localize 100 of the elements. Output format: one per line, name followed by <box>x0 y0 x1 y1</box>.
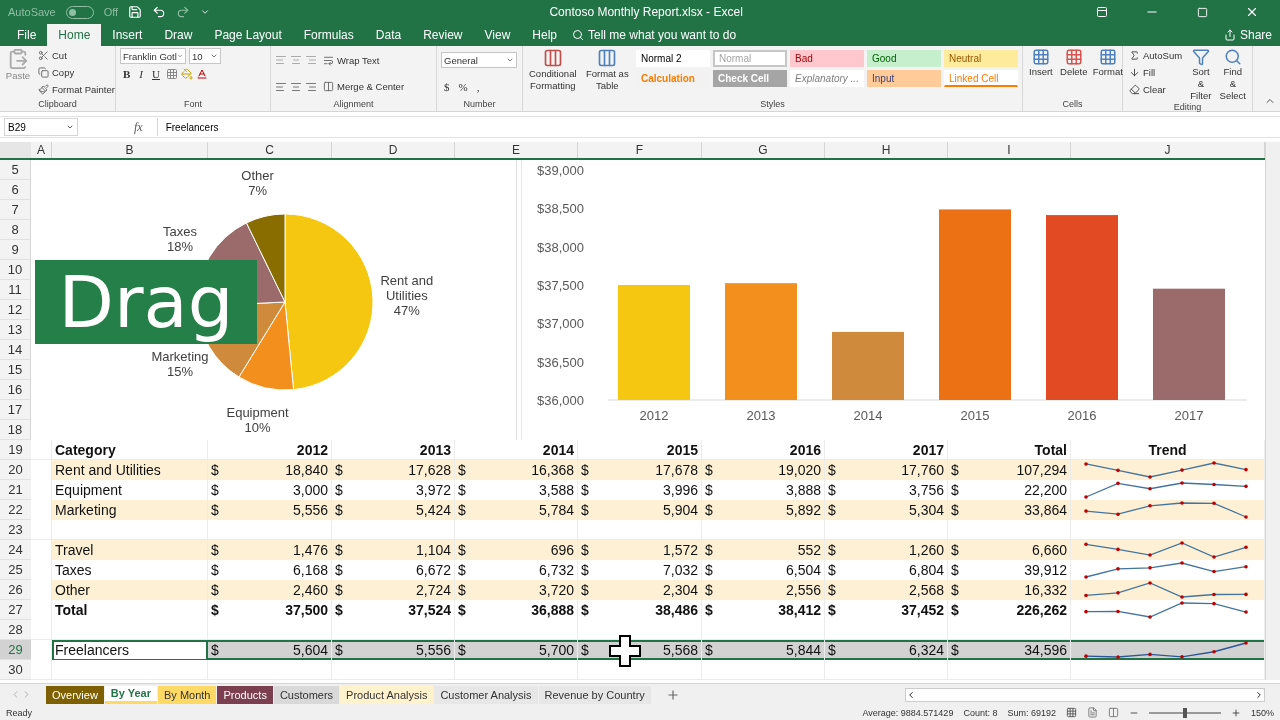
amount-value: 5,700 <box>538 642 574 658</box>
number-format-button[interactable]: , <box>473 78 483 95</box>
copy-icon <box>38 67 49 78</box>
sheet-tab[interactable]: Customers <box>273 685 340 704</box>
menu-tab[interactable]: Data <box>364 24 413 46</box>
column-header[interactable]: G <box>702 142 825 158</box>
menu-tab[interactable]: Page Layout <box>203 24 293 46</box>
column-heading: 2016 <box>702 440 825 460</box>
amount-value: 38,412 <box>778 602 821 618</box>
amount-value: 5,784 <box>538 502 574 518</box>
column-header[interactable]: F <box>578 142 702 158</box>
row-number: 20 <box>0 460 31 480</box>
ribbon-item[interactable]: AutoSum <box>1127 48 1185 63</box>
align-bottom-icon <box>305 54 317 67</box>
amount-value: 5,568 <box>662 642 698 658</box>
menu-tab[interactable]: Home <box>47 24 102 46</box>
caption-overlay: Drag <box>35 260 257 344</box>
column-header[interactable]: E <box>455 142 578 158</box>
number-format-button[interactable]: $ <box>441 78 453 95</box>
ribbon-item[interactable]: Fill <box>1127 65 1185 80</box>
ribbon-item[interactable]: Copy <box>36 65 117 80</box>
ribbon-item[interactable]: Clear <box>1127 82 1185 97</box>
cell-style[interactable]: Explanatory ... <box>790 70 864 87</box>
table-cell: Taxes <box>52 560 208 581</box>
amount-value: 2,460 <box>292 582 328 598</box>
column-header[interactable]: A <box>31 142 52 158</box>
menu-tab[interactable]: File <box>6 24 48 46</box>
maximize-icon <box>1196 6 1208 18</box>
bar <box>832 331 904 400</box>
sheet-tab[interactable]: Customer Analysis <box>434 685 538 704</box>
ribbon-button[interactable]: Delete <box>1058 48 1089 99</box>
cell-style[interactable]: Bad <box>790 50 864 67</box>
font-color-icon <box>195 68 208 80</box>
column-heading: 2015 <box>578 440 702 460</box>
sheet-tab[interactable]: By Year <box>104 685 157 704</box>
sheet-tab[interactable]: Revenue by Country <box>538 685 651 704</box>
ribbon-button[interactable]: Find & Select <box>1217 48 1248 102</box>
ribbon-button[interactable]: Sort & Filter <box>1188 48 1214 102</box>
menu-tab[interactable]: Help <box>521 24 568 46</box>
sheet-tab[interactable]: By Month <box>158 685 217 704</box>
bold-button[interactable]: B <box>120 66 134 82</box>
column-header[interactable]: C <box>208 142 332 158</box>
tell-me-field[interactable]: Tell me what you want to do <box>572 24 737 46</box>
cell-style[interactable]: Input <box>867 70 941 87</box>
column-header[interactable]: D <box>332 142 455 158</box>
share-button[interactable]: Share <box>1215 24 1280 46</box>
sheet-tab[interactable]: Product Analysis <box>340 685 434 704</box>
amount-value: 6,324 <box>908 642 944 658</box>
column-header[interactable]: H <box>825 142 948 158</box>
amount-value: 38,486 <box>655 602 698 618</box>
amount-value: 107,294 <box>1016 462 1067 478</box>
menu-tab[interactable]: Review <box>412 24 474 46</box>
filter-icon <box>1191 48 1210 66</box>
currency-symbol: $ <box>335 542 343 558</box>
italic-button[interactable]: I <box>136 66 146 82</box>
active-cell[interactable]: Freelancers <box>52 640 208 661</box>
ribbon-item[interactable]: Merge & Center <box>321 79 407 95</box>
group-label: Cells <box>1061 99 1084 111</box>
sheet-tab[interactable]: Products <box>217 685 273 704</box>
function-button[interactable]: fx <box>134 119 143 135</box>
number-format-field[interactable]: General <box>441 52 517 69</box>
menu-tab[interactable]: Draw <box>153 24 204 46</box>
column-header[interactable]: B <box>52 142 208 158</box>
currency-symbol: $ <box>458 542 466 558</box>
table-cell: Marketing <box>52 500 208 521</box>
font-size-field[interactable]: 10 <box>189 48 221 64</box>
name-box[interactable]: B29 <box>4 118 78 136</box>
font-name-field[interactable]: Franklin Gotl <box>120 48 186 64</box>
menu-tab[interactable]: View <box>473 24 522 46</box>
ribbon-button[interactable]: Insert <box>1027 48 1055 99</box>
amount-value: 37,500 <box>285 602 328 618</box>
ribbon-item[interactable]: Cut <box>36 48 117 63</box>
dropdown-icon <box>210 52 218 60</box>
menu-tab[interactable]: Formulas <box>292 24 365 46</box>
cell-style[interactable]: Neutral <box>944 50 1018 67</box>
ribbon-item[interactable]: Wrap Text <box>321 52 407 68</box>
amount-value: 2,556 <box>785 582 821 598</box>
zoom-slider-thumb[interactable] <box>1182 707 1187 718</box>
ribbon-item[interactable]: Format Painter <box>36 82 117 97</box>
amount-value: 39,912 <box>1024 562 1067 578</box>
currency-symbol: $ <box>581 482 589 498</box>
ribbon-button[interactable]: Format as Table <box>582 48 632 99</box>
currency-symbol: $ <box>705 542 713 558</box>
horizontal-scrollbar[interactable] <box>905 687 1265 702</box>
amount-value: 5,844 <box>785 642 821 658</box>
vertical-scrollbar[interactable] <box>1265 142 1280 680</box>
ribbon-button[interactable]: Format <box>1092 48 1123 99</box>
sheet-tab[interactable]: Overview <box>46 685 104 704</box>
cell-style[interactable]: Normal 2 <box>636 50 710 67</box>
underline-button[interactable]: U <box>149 66 163 82</box>
currency-symbol: $ <box>211 642 219 658</box>
menu-tab[interactable]: Insert <box>101 24 154 46</box>
number-format-button[interactable]: % <box>455 78 471 95</box>
currency-symbol: $ <box>828 562 836 578</box>
column-header[interactable]: I <box>948 142 1071 158</box>
cell-style[interactable]: Good <box>867 50 941 67</box>
formula-field[interactable]: Freelancers <box>156 118 1276 136</box>
move-cursor-icon <box>608 634 642 668</box>
amount-value: 5,556 <box>415 642 451 658</box>
ribbon-button[interactable]: Conditional Formatting <box>527 48 579 99</box>
